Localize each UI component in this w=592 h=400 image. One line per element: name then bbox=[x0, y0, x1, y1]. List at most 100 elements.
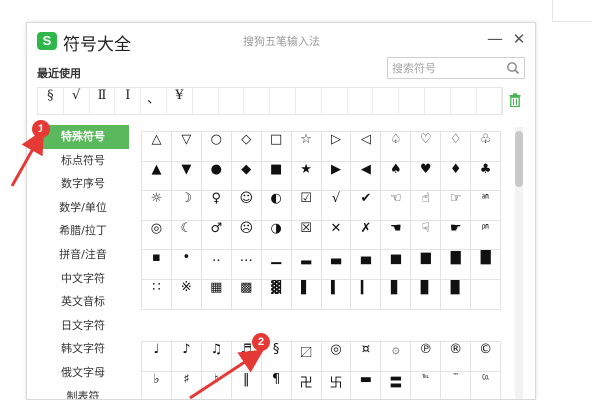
symbol-cell[interactable]: ▦ bbox=[201, 279, 232, 310]
symbol-cell[interactable]: ◀ bbox=[351, 161, 382, 192]
symbol-cell[interactable]: ™ bbox=[441, 371, 472, 399]
recent-symbol-cell[interactable]: ¥ bbox=[167, 88, 193, 114]
symbol-cell[interactable]: ☼ bbox=[142, 191, 172, 221]
symbol-cell[interactable]: ☚ bbox=[381, 220, 412, 251]
symbol-cell[interactable]: ◎ bbox=[142, 220, 172, 251]
sidebar-item-11[interactable]: 制表符 bbox=[37, 385, 129, 399]
symbol-cell[interactable]: ▌ bbox=[291, 279, 322, 310]
symbol-cell[interactable]: ☒ bbox=[291, 220, 322, 251]
symbol-cell[interactable]: ▲ bbox=[142, 161, 172, 192]
symbol-cell[interactable]: ▊ bbox=[411, 279, 442, 310]
recent-symbol-cell[interactable] bbox=[322, 88, 348, 114]
symbol-cell[interactable]: ♧ bbox=[471, 132, 502, 162]
sidebar-item-8[interactable]: 日文字符 bbox=[37, 314, 129, 338]
symbol-cell[interactable]: ♤ bbox=[381, 132, 412, 162]
sidebar-item-2[interactable]: 数字序号 bbox=[37, 172, 129, 196]
recent-symbol-cell[interactable] bbox=[451, 88, 477, 114]
symbol-cell[interactable]: █ bbox=[471, 250, 502, 280]
recent-symbol-cell[interactable]: 、 bbox=[141, 88, 167, 114]
symbol-cell[interactable]: ▷ bbox=[321, 132, 352, 162]
sidebar-item-10[interactable]: 俄文字母 bbox=[37, 361, 129, 385]
symbol-cell[interactable]: ♢ bbox=[441, 132, 472, 162]
symbol-cell[interactable]: ¤ bbox=[351, 342, 382, 372]
symbol-cell[interactable]: ▼ bbox=[171, 161, 202, 192]
symbol-cell[interactable]: ☹ bbox=[231, 220, 262, 251]
symbol-cell[interactable]: ♀ bbox=[201, 191, 232, 221]
search-icon[interactable] bbox=[506, 61, 520, 75]
symbol-cell[interactable]: ☺ bbox=[231, 191, 262, 221]
symbol-cell[interactable]: √ bbox=[321, 191, 352, 221]
sidebar-item-7[interactable]: 英文音标 bbox=[37, 290, 129, 314]
sidebar-item-3[interactable]: 数学/单位 bbox=[37, 196, 129, 220]
search-box[interactable] bbox=[387, 57, 525, 79]
trash-icon[interactable] bbox=[509, 93, 521, 107]
symbol-cell[interactable]: ✔ bbox=[351, 191, 382, 221]
symbol-cell[interactable]: ▪ bbox=[142, 250, 172, 280]
close-button[interactable]: ✕ bbox=[509, 29, 529, 49]
symbol-cell[interactable]: ◑ bbox=[261, 220, 292, 251]
symbol-cell[interactable]: ® bbox=[441, 342, 472, 372]
recent-symbol-cell[interactable]: Ⅱ bbox=[90, 88, 116, 114]
symbol-cell[interactable]: □ bbox=[261, 132, 292, 162]
symbol-cell[interactable]: △ bbox=[142, 132, 172, 162]
symbol-cell[interactable]: © bbox=[471, 342, 502, 372]
symbol-cell[interactable]: ▅ bbox=[381, 250, 412, 280]
sidebar-item-0[interactable]: 特殊符号 bbox=[37, 125, 129, 149]
symbol-cell[interactable]: ★ bbox=[291, 161, 322, 192]
symbol-cell[interactable]: ▬ bbox=[351, 371, 382, 399]
symbol-cell[interactable]: ♥ bbox=[411, 161, 442, 192]
symbol-cell[interactable]: ♭ bbox=[142, 371, 172, 399]
symbol-cell[interactable]: ▽ bbox=[171, 132, 202, 162]
symbol-cell[interactable]: ♣ bbox=[471, 161, 502, 192]
symbol-cell[interactable]: ♫ bbox=[201, 342, 232, 372]
symbol-cell[interactable]: ✗ bbox=[351, 220, 382, 251]
symbol-cell[interactable]: ℗ bbox=[411, 342, 442, 372]
scrollbar[interactable] bbox=[515, 127, 523, 399]
recent-symbol-cell[interactable] bbox=[373, 88, 400, 114]
symbol-cell[interactable]: ■ bbox=[261, 161, 292, 192]
symbol-cell[interactable]: ㏂ bbox=[471, 191, 502, 221]
recent-symbol-cell[interactable] bbox=[348, 88, 374, 114]
symbol-cell[interactable]: ▁ bbox=[261, 250, 292, 280]
symbol-cell[interactable]: ✕ bbox=[321, 220, 352, 251]
recent-symbol-cell[interactable]: § bbox=[38, 88, 64, 114]
symbol-cell[interactable]: ¶ bbox=[262, 371, 292, 399]
recent-symbol-cell[interactable] bbox=[425, 88, 451, 114]
symbol-cell[interactable]: ▓ bbox=[261, 279, 292, 310]
sidebar-item-1[interactable]: 标点符号 bbox=[37, 149, 129, 173]
symbol-cell[interactable]: ♡ bbox=[411, 132, 442, 162]
symbol-cell[interactable]: ‖ bbox=[232, 371, 262, 399]
symbol-cell[interactable]: ☝ bbox=[411, 191, 442, 221]
symbol-cell[interactable]: ♩ bbox=[142, 342, 172, 372]
search-input[interactable] bbox=[392, 60, 502, 76]
symbol-cell[interactable]: ♮ bbox=[202, 371, 232, 399]
symbol-cell[interactable]: ▎ bbox=[351, 279, 382, 310]
symbol-cell[interactable]: ◇ bbox=[231, 132, 262, 162]
sidebar-item-6[interactable]: 中文字符 bbox=[37, 267, 129, 291]
recent-symbol-cell[interactable] bbox=[399, 88, 425, 114]
symbol-cell[interactable]: ♂ bbox=[201, 220, 232, 251]
symbol-cell[interactable]: ▉ bbox=[441, 279, 472, 310]
recent-symbol-cell[interactable] bbox=[296, 88, 322, 114]
symbol-cell[interactable]: ○ bbox=[201, 132, 232, 162]
symbol-cell[interactable]: ◎ bbox=[321, 342, 352, 372]
symbol-cell[interactable]: ♠ bbox=[381, 161, 412, 192]
symbol-cell[interactable]: ☞ bbox=[441, 191, 472, 221]
symbol-cell[interactable]: ☟ bbox=[411, 220, 442, 251]
symbol-cell[interactable]: ㏘ bbox=[471, 220, 502, 251]
symbol-cell[interactable]: ♦ bbox=[441, 161, 472, 192]
symbol-cell[interactable]: ▆ bbox=[411, 250, 442, 280]
symbol-cell[interactable]: ‥ bbox=[201, 250, 232, 280]
symbol-cell[interactable]: ◆ bbox=[231, 161, 262, 192]
recent-symbol-cell[interactable] bbox=[193, 88, 219, 114]
symbol-cell[interactable]: ☛ bbox=[441, 220, 472, 251]
sidebar-item-5[interactable]: 拼音/注音 bbox=[37, 243, 129, 267]
symbol-cell[interactable] bbox=[471, 279, 502, 310]
sidebar-item-4[interactable]: 希腊/拉丁 bbox=[37, 219, 129, 243]
recent-symbol-cell[interactable] bbox=[270, 88, 296, 114]
symbol-cell[interactable]: ▂ bbox=[291, 250, 322, 280]
symbol-cell[interactable]: ▩ bbox=[231, 279, 262, 310]
symbol-cell[interactable]: ♯ bbox=[172, 371, 202, 399]
symbol-cell[interactable]: ☾ bbox=[171, 220, 202, 251]
symbol-cell[interactable]: ㏇ bbox=[471, 371, 502, 399]
